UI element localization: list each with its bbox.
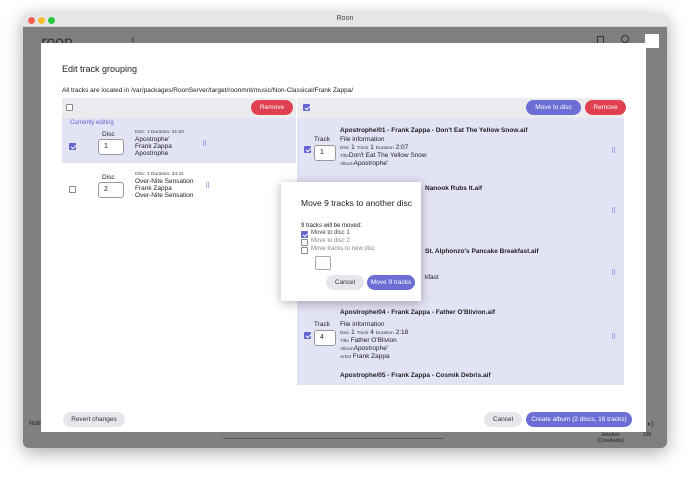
window-title: Roon <box>336 15 354 22</box>
tracks-location-path: All tracks are located in /var/packages/… <box>62 87 354 94</box>
track-1-checkbox[interactable] <box>304 146 311 153</box>
modal-title: Move 9 tracks to another disc <box>301 198 413 208</box>
track-4-disc-track-duration: Disc 1 Track 4 Duration 2:18 <box>340 329 409 336</box>
search-icon[interactable] <box>621 35 629 43</box>
disc-2-drag-handle-icon[interactable]: ⠿ <box>205 182 210 190</box>
disc-1-label: Disc <box>102 131 115 138</box>
option-3-label: Move tracks to new disc <box>311 246 376 252</box>
track-1-album: AlbumApostrophe' <box>340 160 389 167</box>
disc-2-number-input[interactable]: 2 <box>98 182 124 198</box>
volume-value: 100 <box>643 432 652 438</box>
track-4-file-info: File information <box>340 321 385 328</box>
disc-2-label: Disc <box>102 174 115 181</box>
track-3-title-fragment: kfast <box>425 274 439 281</box>
track-1-file-info: File information <box>340 136 385 143</box>
track-4-artist: Artist Frank Zappa <box>340 353 390 360</box>
new-disc-number-input[interactable] <box>315 256 331 270</box>
track-1-title: TitleDon't Eat The Yellow Snow <box>340 152 427 159</box>
disc-1-album: Apostrophe' <box>135 136 170 143</box>
modal-subtitle: 9 tracks will be moved: <box>301 223 362 229</box>
track-1-label: Track <box>314 136 331 143</box>
remove-discs-button[interactable]: Remove <box>251 100 293 115</box>
track-1-filename: Apostrophe/01 - Frank Zappa - Don't Eat … <box>340 127 528 134</box>
edit-track-grouping-dialog: Edit track grouping All tracks are locat… <box>41 43 646 432</box>
track-2-drag-handle-icon[interactable]: ⠿ <box>611 207 616 215</box>
select-all-discs-checkbox[interactable] <box>66 104 73 111</box>
track-3-drag-handle-icon[interactable]: ⠿ <box>611 269 616 277</box>
title-bar: Roon <box>23 14 667 27</box>
option-2-label: Move to disc 2 <box>311 238 350 244</box>
disc-2-album: Over-Nite Sensation <box>135 178 194 185</box>
seek-bar[interactable] <box>223 438 443 439</box>
zone-sub: (CoreAudio) <box>597 438 624 444</box>
volume-icon[interactable]: ◗) <box>647 421 654 428</box>
option-1-checkbox[interactable] <box>301 231 308 238</box>
zone-selector[interactable]: Jukebox (CoreAudio) <box>597 432 624 444</box>
create-album-button[interactable]: Create album (2 discs, 16 tracks) <box>526 412 632 427</box>
track-2-filename: Nanook Rubs It.aif <box>425 185 483 192</box>
track-3-filename: St. Alphonzo's Pancake Breakfast.aif <box>425 248 539 255</box>
settings-square[interactable] <box>645 34 659 48</box>
roon-window: Roon roon ‹ Nothi ◗) Jukebox (CoreAudio)… <box>23 14 667 448</box>
option-1-label: Move to disc 1 <box>311 230 350 236</box>
select-all-tracks-checkbox[interactable] <box>303 104 310 111</box>
track-1-drag-handle-icon[interactable]: ⠿ <box>611 147 616 155</box>
track-4-label: Track <box>314 321 331 328</box>
disc-1-artist: Frank Zappa <box>135 143 172 150</box>
currently-editing-label: Currently editing <box>70 120 114 126</box>
option-2-checkbox[interactable] <box>301 239 308 246</box>
disc-2-meta: Disc: 1 Duration: 34:31 <box>135 172 184 177</box>
track-4-filename: Apostrophe/04 - Frank Zappa - Father O'B… <box>340 309 496 316</box>
disc-1-number-input[interactable]: 1 <box>98 139 124 155</box>
modal-cancel-button[interactable]: Cancel <box>326 275 364 290</box>
disc-2-subtitle: Over-Nite Sensation <box>135 192 194 199</box>
move-tracks-confirm-button[interactable]: Move 9 tracks <box>367 275 415 290</box>
disc-1-subtitle: Apostrophe <box>135 150 169 157</box>
track-4-checkbox[interactable] <box>304 332 311 339</box>
move-tracks-modal: Move 9 tracks to another disc 9 tracks w… <box>281 182 421 301</box>
track-5-filename: Apostrophe/05 - Frank Zappa - Cosmik Deb… <box>340 372 491 379</box>
disc-2-checkbox[interactable] <box>69 186 76 193</box>
disc-list-header: Remove <box>62 98 296 118</box>
track-1-number-input[interactable]: 1 <box>314 145 336 161</box>
track-4-number-input[interactable]: 4 <box>314 330 336 346</box>
disc-1-checkbox[interactable] <box>69 143 76 150</box>
track-4-album: AlbumApostrophe' <box>340 345 389 352</box>
track-4-title: Title Father O'Blivion <box>340 337 397 344</box>
remove-tracks-button[interactable]: Remove <box>585 100 626 115</box>
disc-1-meta: Disc: 1 Duration: 31:53 <box>135 130 184 135</box>
revert-changes-button[interactable]: Revert changes <box>63 412 125 427</box>
track-4-drag-handle-icon[interactable]: ⠿ <box>611 333 616 341</box>
track-list-header: Move to disc Remove <box>297 98 626 118</box>
cancel-button[interactable]: Cancel <box>484 412 522 427</box>
option-3-checkbox[interactable] <box>301 247 308 254</box>
track-1-disc-track-duration: Disc 1 Track 1 Duration 2:07 <box>340 144 409 151</box>
move-to-disc-button[interactable]: Move to disc <box>526 100 581 115</box>
disc-2-artist: Frank Zappa <box>135 185 172 192</box>
dialog-title: Edit track grouping <box>62 64 138 74</box>
disc-1-drag-handle-icon[interactable]: ⠿ <box>202 140 207 148</box>
